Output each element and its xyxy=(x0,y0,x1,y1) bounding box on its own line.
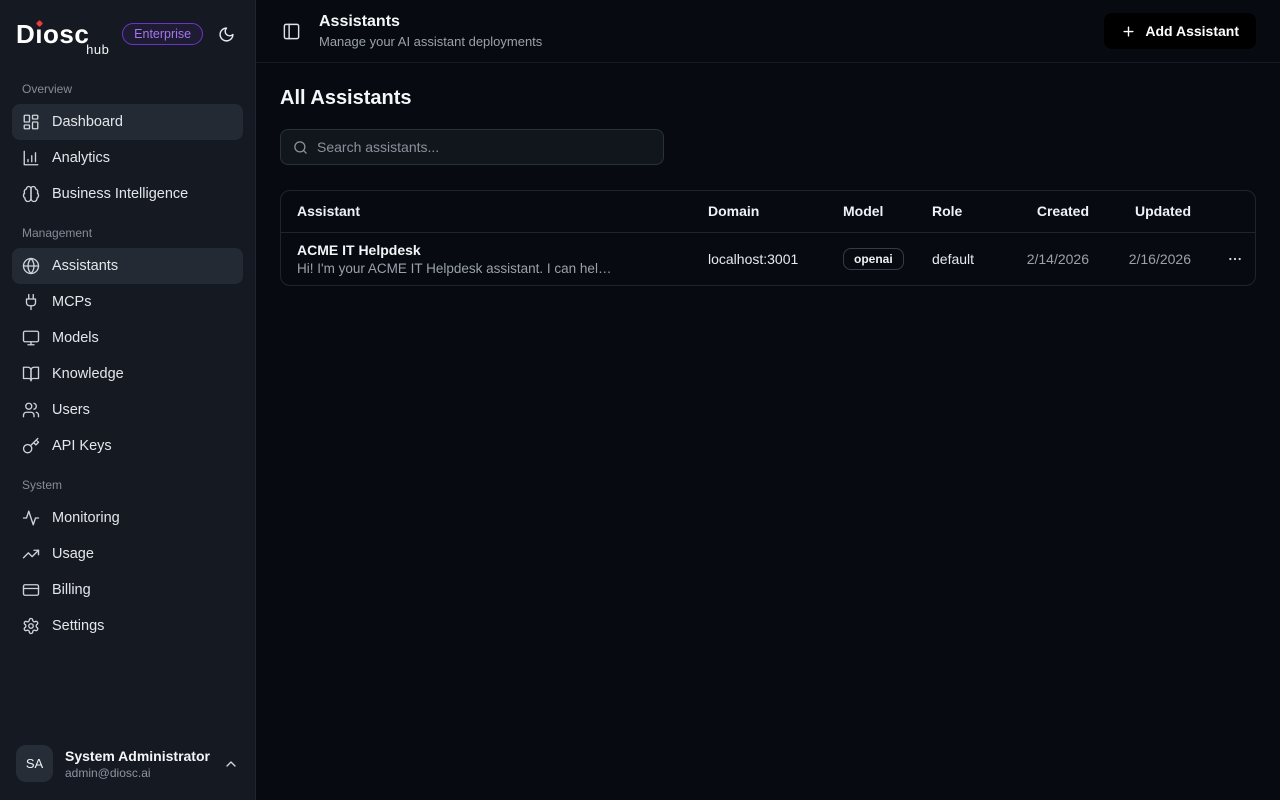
sidebar-item-label: Analytics xyxy=(52,150,110,166)
sidebar-item-label: Monitoring xyxy=(52,510,120,526)
assistant-updated: 2/16/2026 xyxy=(1105,232,1207,285)
sidebar-item-api-keys[interactable]: API Keys xyxy=(12,428,243,464)
sidebar-item-settings[interactable]: Settings xyxy=(12,608,243,644)
more-horizontal-icon xyxy=(1227,251,1243,267)
sidebar-item-label: Knowledge xyxy=(52,366,124,382)
sidebar-item-label: Assistants xyxy=(52,258,118,274)
sidebar-item-label: API Keys xyxy=(52,438,112,454)
sidebar-header: Dıosc hub Enterprise xyxy=(0,0,255,64)
sidebar-item-knowledge[interactable]: Knowledge xyxy=(12,356,243,392)
chevron-up-icon xyxy=(223,756,239,772)
assistant-description: Hi! I'm your ACME IT Helpdesk assistant.… xyxy=(297,261,676,276)
table-row[interactable]: ACME IT Helpdesk Hi! I'm your ACME IT He… xyxy=(281,232,1255,285)
col-header-model: Model xyxy=(827,191,916,232)
section-label: Overview xyxy=(12,82,243,96)
trending-up-icon xyxy=(22,545,40,563)
key-icon xyxy=(22,437,40,455)
monitor-icon xyxy=(22,329,40,347)
credit-card-icon xyxy=(22,581,40,599)
content: All Assistants Assistant Domain Model Ro… xyxy=(256,63,1280,310)
assistant-role: default xyxy=(916,232,1010,285)
panel-left-icon xyxy=(282,22,301,41)
sidebar-item-assistants[interactable]: Assistants xyxy=(12,248,243,284)
user-menu[interactable]: SA System Administrator admin@diosc.ai xyxy=(0,731,255,800)
sidebar-item-monitoring[interactable]: Monitoring xyxy=(12,500,243,536)
user-email: admin@diosc.ai xyxy=(65,766,211,780)
nav-section-management: Management Assistants MCPs Models Knowle… xyxy=(12,226,243,464)
assistants-table-card: Assistant Domain Model Role Created Upda… xyxy=(280,190,1256,286)
search-box xyxy=(280,129,664,165)
user-info: System Administrator admin@diosc.ai xyxy=(65,748,211,780)
col-header-domain: Domain xyxy=(692,191,827,232)
nav-section-system: System Monitoring Usage Billing Settings xyxy=(12,478,243,644)
assistant-domain: localhost:3001 xyxy=(692,232,827,285)
book-open-icon xyxy=(22,365,40,383)
user-name: System Administrator xyxy=(65,748,211,764)
add-assistant-button[interactable]: Add Assistant xyxy=(1104,13,1256,49)
sidebar-item-models[interactable]: Models xyxy=(12,320,243,356)
row-actions-button[interactable] xyxy=(1223,247,1247,271)
enterprise-badge: Enterprise xyxy=(122,23,203,45)
sidebar-item-label: Users xyxy=(52,402,90,418)
main-area: Assistants Manage your AI assistant depl… xyxy=(256,0,1280,800)
sidebar-toggle-button[interactable] xyxy=(280,20,303,43)
section-label: System xyxy=(12,478,243,492)
sidebar-item-dashboard[interactable]: Dashboard xyxy=(12,104,243,140)
page-title: Assistants xyxy=(319,13,542,31)
sidebar-item-label: Settings xyxy=(52,618,104,634)
analytics-icon xyxy=(22,149,40,167)
section-label: Management xyxy=(12,226,243,240)
sidebar-item-label: Dashboard xyxy=(52,114,123,130)
sidebar-item-label: MCPs xyxy=(52,294,91,310)
logo-sub-text: hub xyxy=(86,43,109,56)
avatar: SA xyxy=(16,745,53,782)
sidebar-item-label: Business Intelligence xyxy=(52,186,188,202)
search-icon xyxy=(293,140,308,155)
col-header-updated: Updated xyxy=(1105,191,1207,232)
app-logo[interactable]: Dıosc hub xyxy=(16,21,93,47)
brain-icon xyxy=(22,185,40,203)
settings-gear-icon xyxy=(22,617,40,635)
assistant-name: ACME IT Helpdesk xyxy=(297,242,676,258)
add-assistant-label: Add Assistant xyxy=(1145,23,1239,39)
sidebar-item-analytics[interactable]: Analytics xyxy=(12,140,243,176)
logo-text-prefix: D xyxy=(16,19,35,49)
dashboard-icon xyxy=(22,113,40,131)
plug-icon xyxy=(22,293,40,311)
search-input[interactable] xyxy=(317,139,651,155)
page-header: Assistants Manage your AI assistant depl… xyxy=(256,0,1280,63)
col-header-actions xyxy=(1207,191,1255,232)
sidebar: Dıosc hub Enterprise Overview Dashboard … xyxy=(0,0,256,800)
sidebar-item-business-intelligence[interactable]: Business Intelligence xyxy=(12,176,243,212)
col-header-assistant: Assistant xyxy=(281,191,692,232)
logo-text-suffix: ıosc xyxy=(35,19,89,49)
assistants-table: Assistant Domain Model Role Created Upda… xyxy=(281,191,1255,285)
assistant-created: 2/14/2026 xyxy=(1010,232,1105,285)
sidebar-item-users[interactable]: Users xyxy=(12,392,243,428)
sidebar-nav: Overview Dashboard Analytics Business In… xyxy=(0,64,255,731)
table-header-row: Assistant Domain Model Role Created Upda… xyxy=(281,191,1255,232)
model-badge: openai xyxy=(843,248,904,270)
activity-icon xyxy=(22,509,40,527)
sidebar-item-label: Billing xyxy=(52,582,91,598)
nav-section-overview: Overview Dashboard Analytics Business In… xyxy=(12,82,243,212)
sidebar-item-mcps[interactable]: MCPs xyxy=(12,284,243,320)
col-header-role: Role xyxy=(916,191,1010,232)
section-heading: All Assistants xyxy=(280,87,1256,110)
moon-icon xyxy=(218,26,235,43)
page-subtitle: Manage your AI assistant deployments xyxy=(319,34,542,49)
plus-icon xyxy=(1121,24,1136,39)
page-header-text: Assistants Manage your AI assistant depl… xyxy=(319,13,542,49)
users-icon xyxy=(22,401,40,419)
col-header-created: Created xyxy=(1010,191,1105,232)
sidebar-item-usage[interactable]: Usage xyxy=(12,536,243,572)
theme-toggle-button[interactable] xyxy=(214,22,239,47)
sidebar-item-billing[interactable]: Billing xyxy=(12,572,243,608)
globe-icon xyxy=(22,257,40,275)
sidebar-item-label: Models xyxy=(52,330,99,346)
sidebar-item-label: Usage xyxy=(52,546,94,562)
